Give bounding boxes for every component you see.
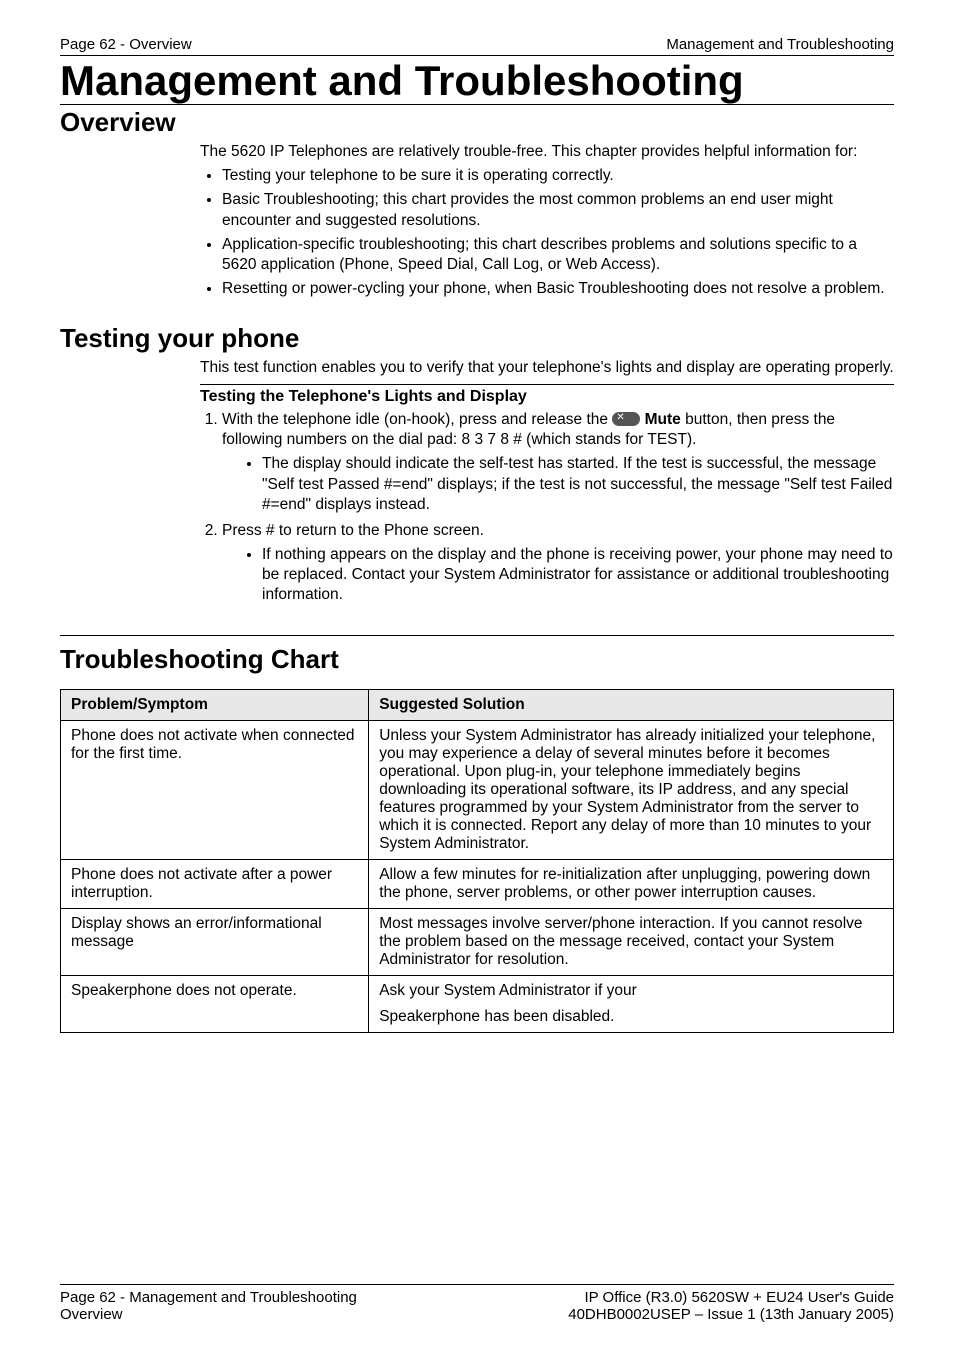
cell-solution: Most messages involve server/phone inter… [369,909,894,976]
footer-left-2: Overview [60,1306,123,1323]
mute-icon [612,412,640,426]
cell-problem: Display shows an error/informational mes… [61,909,369,976]
header-left: Page 62 - Overview [60,36,192,53]
table-row: Display shows an error/informational mes… [61,909,894,976]
step-1: With the telephone idle (on-hook), press… [222,410,894,515]
table-header-row: Problem/Symptom Suggested Solution [61,690,894,721]
footer-right-2: 40DHB0002USEP – Issue 1 (13th January 20… [568,1306,894,1323]
testing-subheading: Testing the Telephone's Lights and Displ… [200,387,894,408]
step-1-pre: With the telephone idle (on-hook), press… [222,411,612,428]
chart-section: Troubleshooting Chart Problem/Symptom Su… [60,635,894,1033]
overview-body: The 5620 IP Telephones are relatively tr… [200,142,894,299]
table-row: Phone does not activate after a power in… [61,860,894,909]
list-item: Application-specific troubleshooting; th… [222,235,894,275]
overview-list: Testing your telephone to be sure it is … [222,166,894,299]
cell-solution: Unless your System Administrator has alr… [369,721,894,860]
step-1-sub: The display should indicate the self-tes… [262,454,894,514]
testing-intro: This test function enables you to verify… [200,358,894,378]
page-footer: Page 62 - Management and Troubleshooting… [60,1284,894,1323]
step-2: Press # to return to the Phone screen. I… [222,521,894,606]
mute-label: Mute [645,411,681,428]
step-2-text: Press # to return to the Phone screen. [222,522,484,539]
table-row: Phone does not activate when connected f… [61,721,894,860]
testing-heading: Testing your phone [60,323,894,354]
cell-solution: Allow a few minutes for re-initializatio… [369,860,894,909]
step-2-sub: If nothing appears on the display and th… [262,545,894,605]
header-right: Management and Troubleshooting [666,36,894,53]
cell-problem: Speakerphone does not operate. [61,976,369,1033]
cell-problem: Phone does not activate after a power in… [61,860,369,909]
footer-right-1: IP Office (R3.0) 5620SW + EU24 User's Gu… [584,1289,894,1306]
testing-body: This test function enables you to verify… [200,358,894,605]
testing-steps: With the telephone idle (on-hook), press… [222,410,894,605]
list-item: Resetting or power-cycling your phone, w… [222,279,894,299]
col-solution: Suggested Solution [369,690,894,721]
cell-solution: Ask your System Administrator if your Sp… [369,976,894,1033]
col-problem: Problem/Symptom [61,690,369,721]
solution-line-1: Ask your System Administrator if your [379,982,883,1000]
overview-heading: Overview [60,107,894,138]
footer-left-1: Page 62 - Management and Troubleshooting [60,1289,357,1306]
list-item: Basic Troubleshooting; this chart provid… [222,190,894,230]
table-row: Speakerphone does not operate. Ask your … [61,976,894,1033]
list-item: Testing your telephone to be sure it is … [222,166,894,186]
cell-problem: Phone does not activate when connected f… [61,721,369,860]
overview-intro: The 5620 IP Telephones are relatively tr… [200,142,894,162]
page-title: Management and Troubleshooting [60,56,894,105]
solution-line-2: Speakerphone has been disabled. [379,1008,883,1026]
chart-heading: Troubleshooting Chart [60,644,894,675]
troubleshooting-table: Problem/Symptom Suggested Solution Phone… [60,689,894,1033]
page-header: Page 62 - Overview Management and Troubl… [60,36,894,56]
